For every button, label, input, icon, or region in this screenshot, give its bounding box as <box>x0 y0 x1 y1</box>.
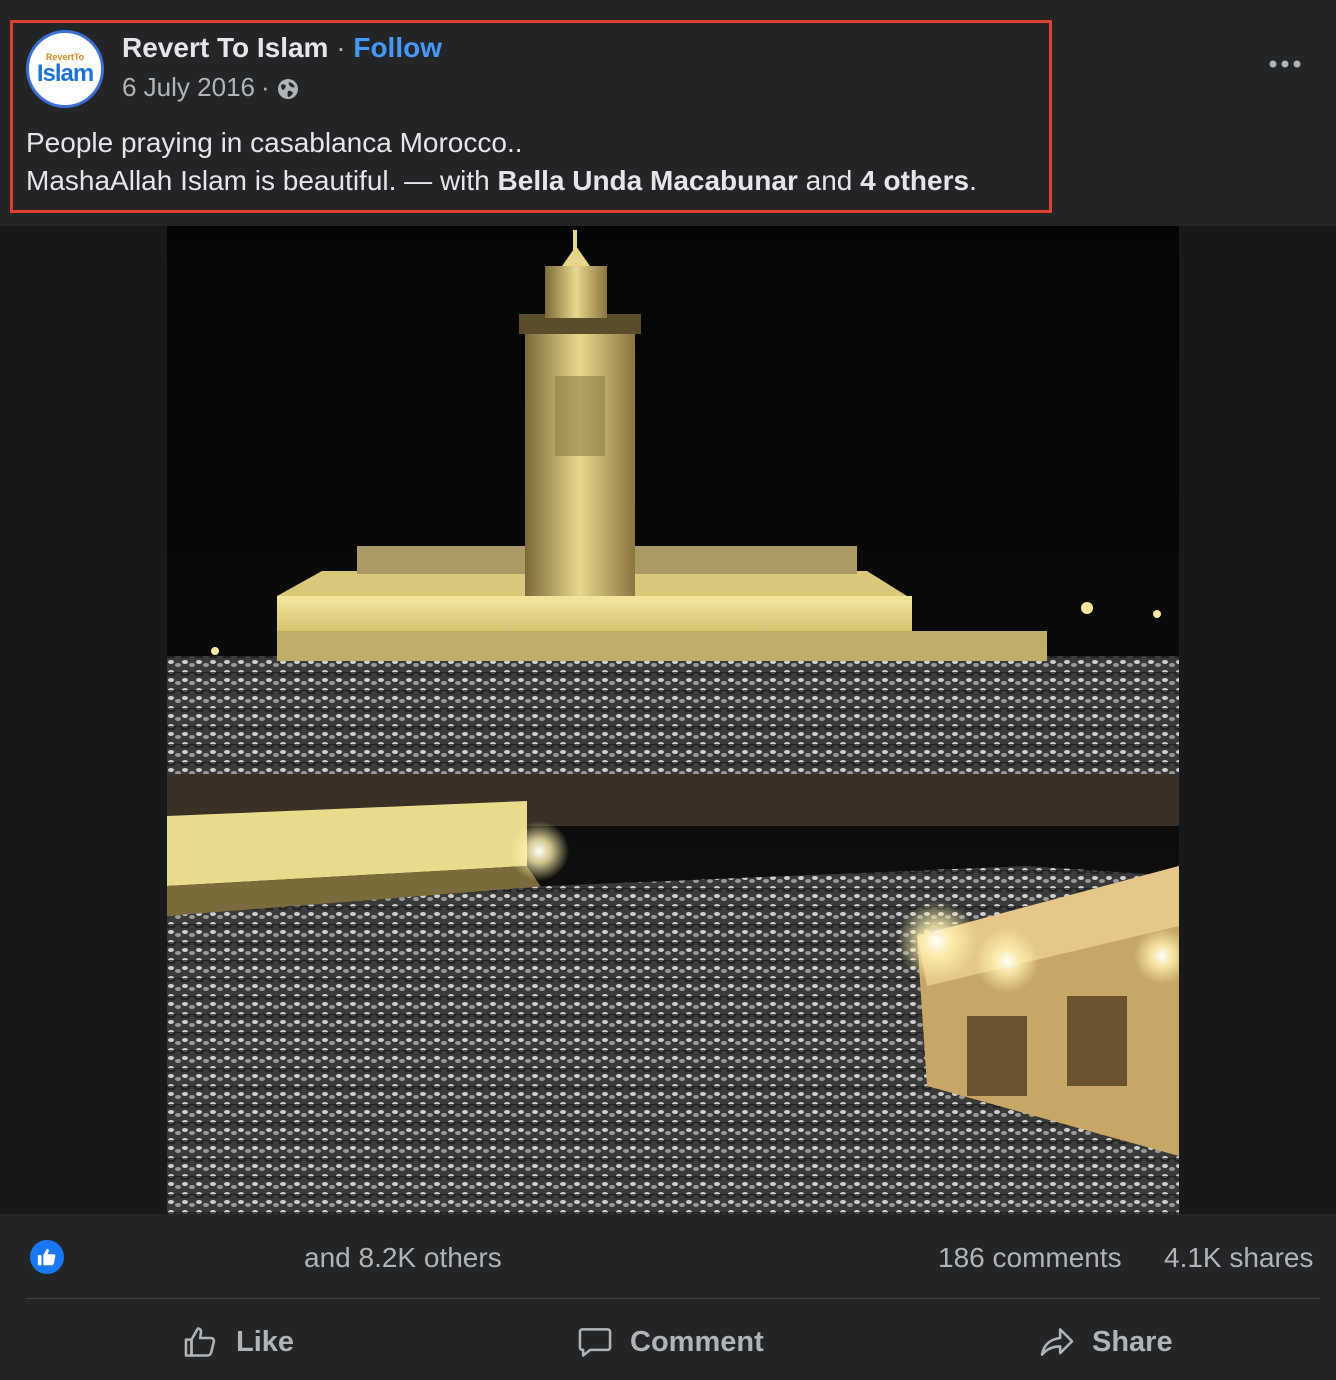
more-options-icon <box>1269 60 1301 68</box>
post-date[interactable]: 6 July 2016 <box>122 70 255 104</box>
shares-count[interactable]: 4.1K shares <box>1164 1240 1313 1276</box>
follow-button[interactable]: Follow <box>353 32 442 63</box>
tagged-person-link[interactable]: Bella Unda Macabunar <box>498 165 798 196</box>
caption-line-1: People praying in casablanca Morocco.. <box>26 127 523 158</box>
avatar-big-text: Islam <box>36 59 94 87</box>
share-icon <box>1040 1328 1074 1356</box>
actions-divider <box>26 1298 1320 1299</box>
reactions-summary[interactable]: and 8.2K others <box>304 1240 502 1276</box>
post-header: Revert To Islam · Follow <box>122 30 442 66</box>
tagged-others-link[interactable]: 4 others <box>860 165 969 196</box>
caption-end: . <box>969 165 977 196</box>
avatar[interactable]: RevertTo Islam <box>26 30 104 108</box>
post-stats: and 8.2K others 186 comments 4.1K shares <box>0 1214 1336 1298</box>
comments-count[interactable]: 186 comments <box>938 1240 1122 1276</box>
mosque-photo-illustration <box>167 226 1179 1214</box>
globe-icon <box>276 75 300 99</box>
post-meta: 6 July 2016 · <box>122 70 300 104</box>
like-icon <box>184 1327 216 1357</box>
header-separator: · <box>336 32 346 63</box>
post-image-area <box>0 226 1336 1214</box>
like-reaction-icon[interactable] <box>28 1238 66 1276</box>
caption-and: and <box>797 165 861 196</box>
comment-icon <box>578 1328 612 1357</box>
post-caption: People praying in casablanca Morocco.. M… <box>26 124 977 200</box>
comment-button[interactable]: Comment <box>576 1312 764 1372</box>
more-options-button[interactable] <box>1262 44 1308 84</box>
like-button[interactable]: Like <box>182 1312 294 1372</box>
meta-separator: · <box>260 72 270 102</box>
share-button[interactable]: Share <box>1038 1312 1173 1372</box>
comment-label: Comment <box>630 1325 764 1358</box>
post-photo[interactable] <box>167 226 1179 1214</box>
facebook-post: RevertTo Islam Revert To Islam · Follow … <box>0 0 1336 1380</box>
share-label: Share <box>1092 1325 1173 1358</box>
thumbs-up-icon <box>37 1248 56 1266</box>
caption-line-2: MashaAllah Islam is beautiful. — with Be… <box>26 162 977 200</box>
like-label: Like <box>236 1325 295 1358</box>
caption-text: MashaAllah Islam is beautiful. — with <box>26 165 498 196</box>
author-name[interactable]: Revert To Islam <box>122 32 328 63</box>
